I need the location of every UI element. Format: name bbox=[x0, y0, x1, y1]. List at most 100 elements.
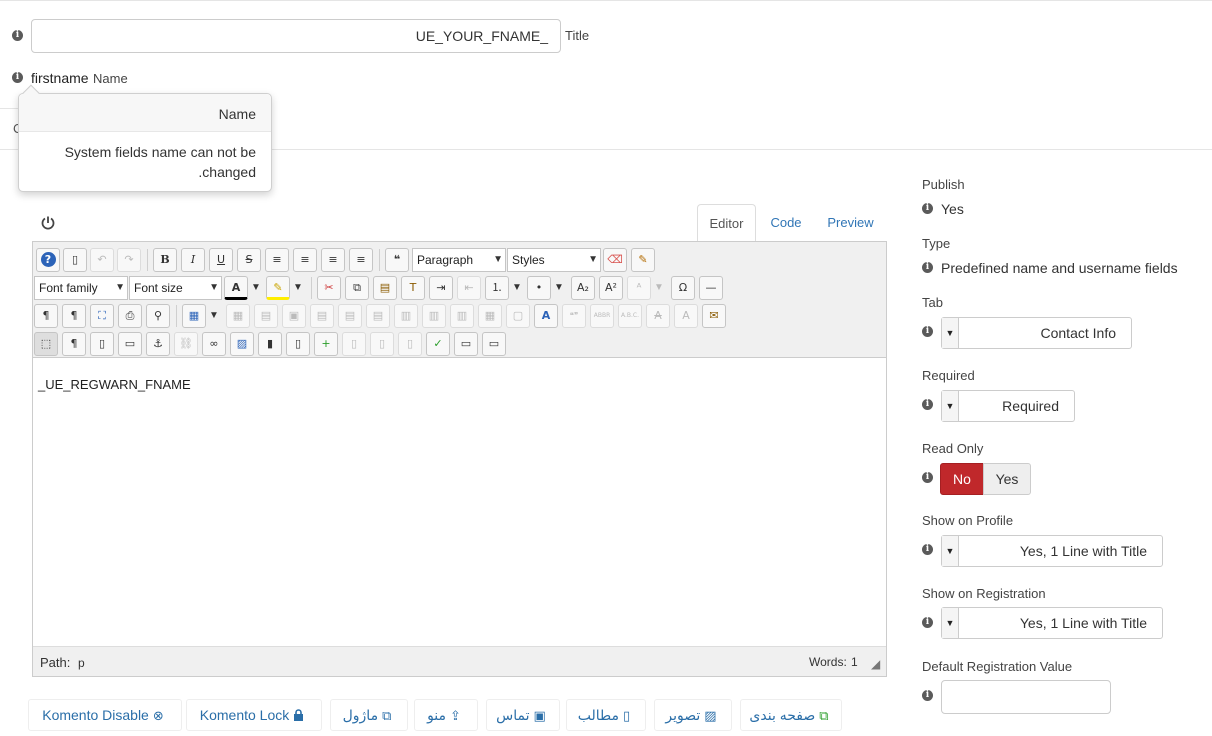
tab-info-icon[interactable]: i bbox=[922, 326, 933, 337]
unlink-icon[interactable]: ⛓ bbox=[174, 332, 198, 356]
file-add-icon[interactable]: + bbox=[314, 332, 338, 356]
tab-code[interactable]: Code bbox=[759, 204, 813, 242]
horizontal-rule-icon[interactable]: — bbox=[699, 276, 723, 300]
format-select[interactable]: Paragraph ▼ bbox=[412, 248, 506, 272]
tab-select[interactable]: ▼ Contact Info bbox=[941, 317, 1132, 349]
outdent-icon[interactable]: ⇤ bbox=[457, 276, 481, 300]
required-info-icon[interactable]: i bbox=[922, 399, 933, 410]
tab-preview[interactable]: Preview bbox=[819, 204, 882, 242]
template-icon[interactable]: ▯ bbox=[90, 332, 114, 356]
redo-icon[interactable]: ↷ bbox=[117, 248, 141, 272]
search-replace-icon[interactable]: ⚲ bbox=[146, 304, 170, 328]
new-document-icon[interactable]: ▯ bbox=[63, 248, 87, 272]
spellcheck-icon[interactable]: ✓ bbox=[426, 332, 450, 356]
path-value[interactable]: p bbox=[78, 656, 85, 670]
broom-icon[interactable]: ✎ bbox=[631, 248, 655, 272]
type-info-icon[interactable]: i bbox=[922, 262, 933, 273]
show-on-profile-select[interactable]: ▼ Yes, 1 Line with Title bbox=[941, 535, 1163, 567]
read-only-yes-button[interactable]: Yes bbox=[983, 463, 1031, 495]
highlight-color-icon[interactable]: ✎ bbox=[266, 276, 290, 300]
show-on-profile-info-icon[interactable]: i bbox=[922, 544, 933, 555]
subscript-icon[interactable]: A₂ bbox=[571, 276, 595, 300]
blockquote-icon[interactable]: ❝ bbox=[385, 248, 409, 272]
help-icon[interactable]: ? bbox=[36, 248, 60, 272]
underline-icon[interactable]: U bbox=[209, 248, 233, 272]
eraser-icon[interactable]: ⌫ bbox=[603, 248, 627, 272]
rtl-icon[interactable]: ¶ bbox=[62, 304, 86, 328]
show-blocks-icon[interactable]: ¶ bbox=[62, 332, 86, 356]
contact-button[interactable]: تماس ▣ bbox=[486, 699, 560, 731]
publish-info-icon[interactable]: i bbox=[922, 203, 933, 214]
visual-aid-icon[interactable]: ⬚ bbox=[34, 332, 58, 356]
strikethrough-icon[interactable]: S bbox=[237, 248, 261, 272]
chevron-down-icon[interactable]: ▼ bbox=[207, 304, 221, 328]
bullet-list-icon[interactable]: • bbox=[527, 276, 551, 300]
tab-editor[interactable]: Editor bbox=[697, 204, 756, 242]
delete-row-icon[interactable]: ▤ bbox=[366, 304, 390, 328]
page-break-icon[interactable]: ▭ bbox=[118, 332, 142, 356]
table-delete-icon[interactable]: ▦ bbox=[226, 304, 250, 328]
paste-text-icon[interactable]: T bbox=[401, 276, 425, 300]
preview-icon[interactable]: ▭ bbox=[482, 332, 506, 356]
styles-select[interactable]: Styles ▼ bbox=[507, 248, 601, 272]
attributes-icon[interactable]: ✉ bbox=[702, 304, 726, 328]
default-registration-info-icon[interactable]: i bbox=[922, 690, 933, 701]
read-only-no-button[interactable]: No bbox=[940, 463, 984, 495]
cite-icon[interactable]: ❝❞ bbox=[562, 304, 586, 328]
font-size-select[interactable]: Font size ▼ bbox=[129, 276, 222, 300]
image-icon[interactable]: ▨ bbox=[230, 332, 254, 356]
layer-icon[interactable]: ▯ bbox=[398, 332, 422, 356]
ltr-icon[interactable]: ¶ bbox=[34, 304, 58, 328]
horizontal-line-icon[interactable]: ▭ bbox=[454, 332, 478, 356]
show-on-registration-select[interactable]: ▼ Yes, 1 Line with Title bbox=[941, 607, 1163, 639]
text-color-icon[interactable]: A bbox=[224, 276, 248, 300]
style-props-icon[interactable]: A bbox=[534, 304, 558, 328]
split-cells-icon[interactable]: ▦ bbox=[478, 304, 502, 328]
insert-text-icon[interactable]: A bbox=[674, 304, 698, 328]
document-icon[interactable]: ▯ bbox=[286, 332, 310, 356]
row-before-icon[interactable]: ▤ bbox=[310, 304, 334, 328]
superscript-icon[interactable]: A² bbox=[599, 276, 623, 300]
show-on-registration-info-icon[interactable]: i bbox=[922, 617, 933, 628]
title-info-icon[interactable]: i bbox=[12, 30, 23, 41]
module-button[interactable]: ماژول ⧉ bbox=[330, 699, 408, 731]
read-only-info-icon[interactable]: i bbox=[922, 472, 933, 483]
menu-button[interactable]: منو ⇪ bbox=[414, 699, 478, 731]
indent-icon[interactable]: ⇥ bbox=[429, 276, 453, 300]
align-center-icon[interactable]: ≡ bbox=[293, 248, 317, 272]
link-icon[interactable]: ∞ bbox=[202, 332, 226, 356]
anchor-icon[interactable]: ⚓ bbox=[146, 332, 170, 356]
table-row-props-icon[interactable]: ▤ bbox=[254, 304, 278, 328]
chevron-down-icon[interactable]: ▼ bbox=[249, 276, 263, 300]
name-info-icon[interactable]: i bbox=[12, 72, 23, 83]
align-justify-icon[interactable]: ≡ bbox=[265, 248, 289, 272]
resize-handle-icon[interactable]: ◢ bbox=[871, 657, 880, 671]
articles-button[interactable]: مطالب ▯ bbox=[566, 699, 646, 731]
chevron-down-icon[interactable]: ▼ bbox=[552, 276, 566, 300]
image-button[interactable]: تصویر ▨ bbox=[654, 699, 732, 731]
cut-icon[interactable]: ✂ bbox=[317, 276, 341, 300]
copy-icon[interactable]: ⧉ bbox=[345, 276, 369, 300]
table-icon[interactable]: ▦ bbox=[182, 304, 206, 328]
chevron-down-icon[interactable]: ▼ bbox=[510, 276, 524, 300]
print-icon[interactable]: ⎙ bbox=[118, 304, 142, 328]
editor-content[interactable]: _UE_REGWARN_FNAME bbox=[38, 377, 191, 392]
pagebreak-button[interactable]: صفحه بندی ⧉ bbox=[740, 699, 842, 731]
merge-cells-icon[interactable]: ▢ bbox=[506, 304, 530, 328]
fullscreen-icon[interactable]: ⛶ bbox=[90, 304, 114, 328]
font-family-select[interactable]: Font family ▼ bbox=[34, 276, 128, 300]
italic-icon[interactable]: I bbox=[181, 248, 205, 272]
text-direction-icon[interactable]: ᴬ bbox=[627, 276, 651, 300]
undo-icon[interactable]: ↶ bbox=[90, 248, 114, 272]
file-link-icon[interactable]: ▯ bbox=[342, 332, 366, 356]
abbr-icon[interactable]: ABBR bbox=[590, 304, 614, 328]
delete-text-icon[interactable]: A bbox=[646, 304, 670, 328]
file-remove-icon[interactable]: ▯ bbox=[370, 332, 394, 356]
paste-icon[interactable]: ▤ bbox=[373, 276, 397, 300]
komento-lock-button[interactable]: Komento Lock bbox=[186, 699, 322, 731]
col-after-icon[interactable]: ▥ bbox=[422, 304, 446, 328]
align-right-icon[interactable]: ≡ bbox=[349, 248, 373, 272]
acronym-icon[interactable]: A.B.C. bbox=[618, 304, 642, 328]
special-char-icon[interactable]: Ω bbox=[671, 276, 695, 300]
delete-col-icon[interactable]: ▥ bbox=[450, 304, 474, 328]
